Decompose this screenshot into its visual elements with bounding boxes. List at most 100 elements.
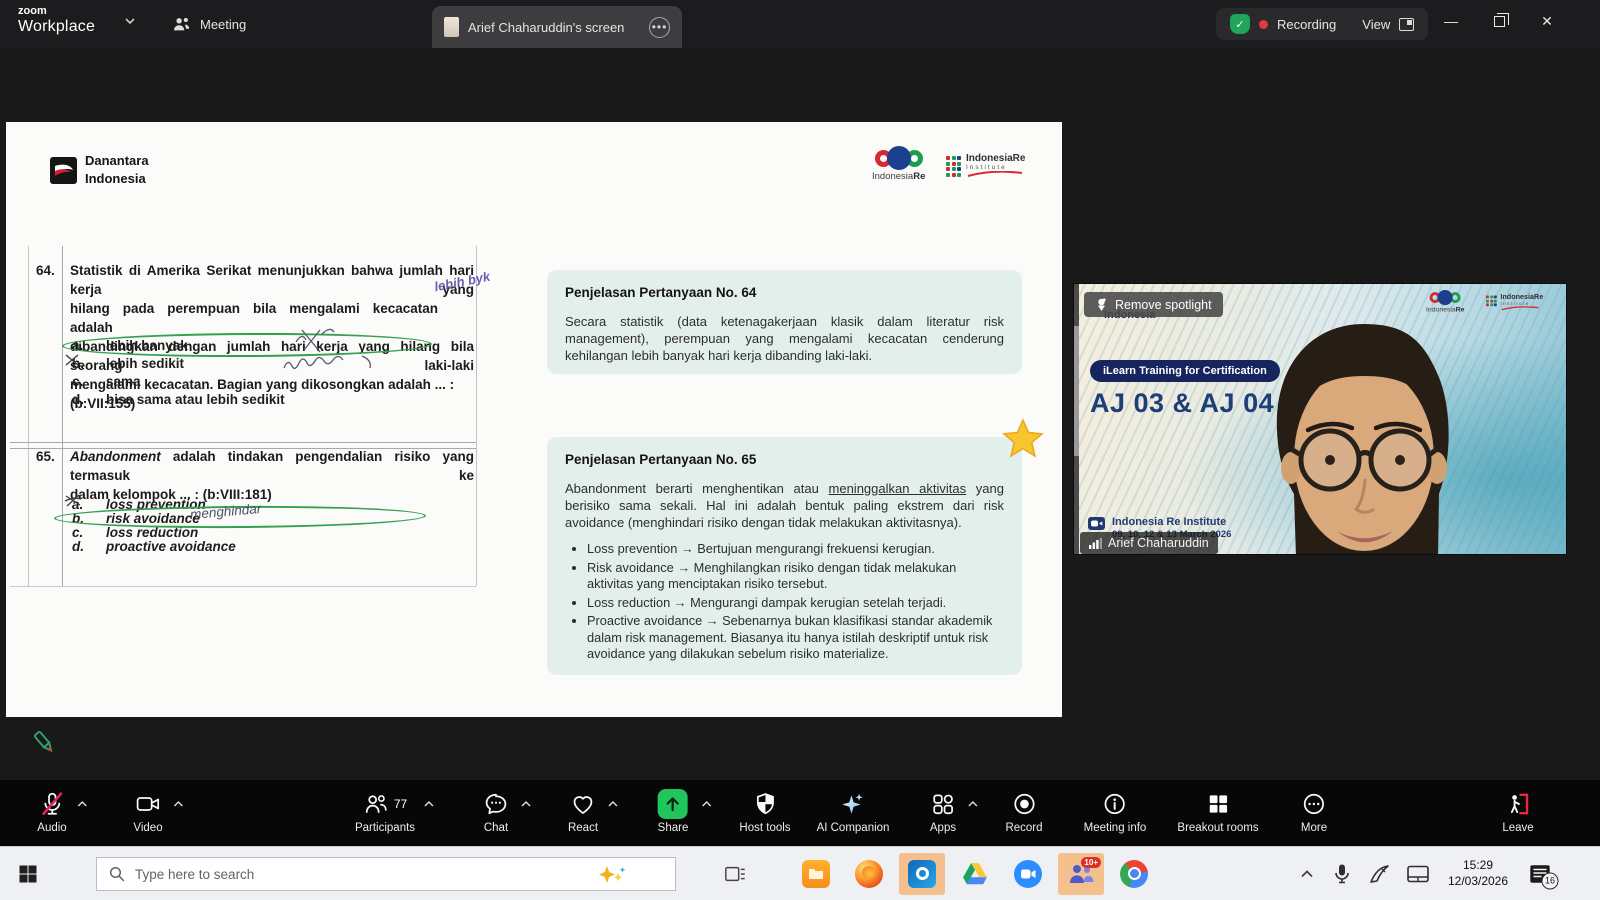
screen-thumbnail: [444, 17, 459, 37]
participants-chevron-icon[interactable]: [423, 800, 435, 808]
tray-chevron-up-icon[interactable]: [1300, 869, 1314, 878]
share-chevron-icon[interactable]: [701, 800, 713, 808]
more-button[interactable]: More: [1301, 789, 1327, 834]
zoom-app-icon[interactable]: [1014, 860, 1042, 888]
windows-logo-icon: [20, 865, 37, 882]
titlebar: zoom Workplace Meeting Arief Chaharuddin…: [0, 0, 1600, 48]
tab-options-icon[interactable]: •••: [649, 17, 670, 38]
tab-screen-share[interactable]: Arief Chaharuddin's screen •••: [432, 6, 682, 48]
indonesiare-label: IndonesiaRe: [872, 171, 925, 182]
taskbar-clock[interactable]: 15:29 12/03/2026: [1432, 857, 1524, 889]
react-chevron-icon[interactable]: [607, 800, 619, 808]
audio-chevron-icon[interactable]: [76, 800, 88, 808]
task-view-button[interactable]: [724, 864, 746, 884]
ai-companion-button[interactable]: AI Companion: [817, 789, 890, 834]
security-shield-icon[interactable]: ✓: [1230, 14, 1250, 34]
outlook-app-icon[interactable]: [908, 860, 936, 888]
q65-text: Abandonment adalah tindakan pengendalian…: [70, 447, 474, 504]
folder-app-icon[interactable]: [802, 860, 830, 888]
breakout-rooms-button[interactable]: Breakout rooms: [1177, 789, 1258, 834]
q64-option-d-letter: d.: [72, 392, 84, 407]
host-tools-button[interactable]: Host tools: [739, 789, 790, 834]
ai-companion-sparkle-icon: [840, 791, 866, 817]
view-layout-icon[interactable]: [1399, 18, 1414, 31]
connection-bars-icon: [1089, 538, 1102, 549]
teams-app-icon[interactable]: 10+: [1068, 862, 1094, 886]
search-highlights-icon[interactable]: [595, 865, 629, 885]
annotate-pencil-icon[interactable]: [30, 728, 58, 756]
tray-pen-icon[interactable]: [1369, 864, 1391, 884]
q64-option-b: lebih sedikit: [106, 356, 184, 371]
q64-number: 64.: [36, 263, 55, 278]
shared-screen-document: Danantara Indonesia IndonesiaRe: [6, 122, 1062, 717]
institute-text-1: IndonesiaRe: [966, 154, 1025, 164]
indonesiare-logo: IndonesiaRe: [872, 146, 925, 182]
participants-button[interactable]: 77 Participants: [355, 789, 415, 834]
meeting-info-button[interactable]: Meeting info: [1084, 789, 1147, 834]
chat-chevron-icon[interactable]: [520, 800, 532, 808]
heart-icon: [570, 791, 596, 817]
record-icon: [1011, 791, 1037, 817]
minimize-button[interactable]: —: [1428, 0, 1474, 42]
maximize-button[interactable]: [1476, 0, 1522, 42]
notification-center-button[interactable]: 16: [1530, 864, 1551, 883]
share-button[interactable]: Share: [658, 789, 689, 834]
table-line: [10, 442, 476, 443]
explanation-65-bullets: Loss prevention → Bertujuan mengurangi f…: [587, 541, 1004, 663]
video-scrollbar[interactable]: [1074, 284, 1079, 554]
remove-spotlight-label: Remove spotlight: [1115, 298, 1212, 312]
q65-option-c-letter: c.: [72, 525, 83, 540]
workspace-chevron-down-icon[interactable]: [124, 17, 136, 25]
chrome-app-icon[interactable]: [1120, 860, 1148, 888]
leave-button[interactable]: Leave: [1502, 789, 1533, 834]
apps-chevron-icon[interactable]: [967, 800, 979, 808]
meeting-toolbar: Audio Video 77 Participants: [0, 780, 1600, 846]
task-view-icon: [724, 864, 746, 884]
video-button[interactable]: Video: [133, 789, 162, 834]
microphone-muted-icon: [39, 791, 65, 817]
table-line: [476, 246, 477, 586]
remove-spotlight-button[interactable]: Remove spotlight: [1084, 292, 1223, 317]
more-ellipsis-icon: [1301, 791, 1327, 817]
video-scrollbar-thumb[interactable]: [1074, 326, 1079, 456]
star-annotation-icon: [1002, 418, 1044, 458]
tab-meeting[interactable]: Meeting: [172, 0, 246, 48]
firefox-app-icon[interactable]: [855, 860, 883, 888]
q65-option-d-letter: d.: [72, 539, 84, 554]
video-institute-dots-icon: [1486, 295, 1497, 306]
q64-cross-mark: [64, 353, 80, 367]
teams-notification-badge: 10+: [1081, 857, 1101, 868]
record-button[interactable]: Record: [1005, 789, 1042, 834]
tab-screen-label: Arief Chaharuddin's screen: [468, 20, 640, 35]
q65-cross-mark: [64, 493, 82, 508]
close-button[interactable]: ✕: [1524, 0, 1570, 42]
q64-option-c-letter: c.: [72, 374, 83, 389]
leave-door-icon: [1505, 791, 1532, 817]
institute-text-2: Institute: [966, 164, 1025, 171]
audio-button[interactable]: Audio: [37, 789, 66, 834]
tray-microphone-icon[interactable]: [1334, 863, 1350, 884]
restore-icon: [1494, 16, 1505, 27]
zoom-workplace-logo: zoom Workplace: [18, 6, 95, 35]
chat-bubble-icon: [483, 791, 509, 817]
view-button[interactable]: View: [1362, 17, 1390, 32]
tab-meeting-label: Meeting: [200, 17, 246, 32]
tray-touchpad-icon[interactable]: [1407, 865, 1429, 882]
explanation-box-65: Penjelasan Pertanyaan No. 65 Abandonment…: [547, 437, 1022, 675]
table-line: [62, 246, 63, 586]
explanation-65-body: Abandonment berarti menghentikan atau me…: [565, 480, 1004, 531]
danantara-logo: Danantara Indonesia: [50, 152, 149, 188]
apps-button[interactable]: Apps: [930, 789, 956, 834]
q64-option-d: bisa sama atau lebih sedikit: [106, 392, 285, 407]
breakout-rooms-icon: [1205, 791, 1231, 817]
google-drive-app-icon[interactable]: [962, 862, 988, 886]
explanation-64-title: Penjelasan Pertanyaan No. 64: [565, 285, 1004, 300]
start-button[interactable]: [20, 865, 37, 882]
video-chevron-icon[interactable]: [172, 800, 184, 808]
danantara-text-1: Danantara: [85, 153, 149, 168]
search-icon: [109, 866, 125, 882]
participant-video-tile[interactable]: Indonesia Remove spotlight IndonesiaRe: [1073, 283, 1567, 555]
taskbar-search-input[interactable]: Type here to search: [96, 857, 676, 891]
react-button[interactable]: React: [568, 789, 598, 834]
chat-button[interactable]: Chat: [483, 789, 509, 834]
